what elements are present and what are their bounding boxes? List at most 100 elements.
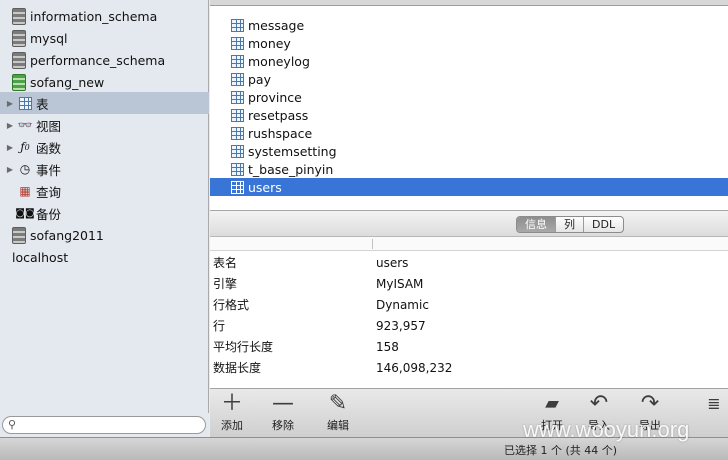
sidebar-search-bar: ⚲ [0, 413, 209, 437]
list-item[interactable]: systemsetting [210, 142, 728, 160]
edit-label: 编辑 [327, 419, 349, 432]
disclosure-triangle-icon[interactable]: ▶ [5, 121, 15, 130]
info-value: 146,098,232 [376, 360, 453, 375]
list-item[interactable]: pay [210, 70, 728, 88]
server-localhost[interactable]: localhost [0, 246, 209, 268]
remove-button[interactable]: — 移除 [263, 391, 303, 433]
db-performance-schema[interactable]: performance_schema [0, 49, 209, 71]
table-name: t_base_pinyin [248, 161, 334, 177]
edit-button[interactable]: ✎ 编辑 [318, 391, 358, 433]
list-item[interactable]: message [210, 16, 728, 34]
tab-columns[interactable]: 列 [556, 217, 584, 232]
disclosure-triangle-icon[interactable]: ▶ [5, 99, 15, 108]
table-name: message [248, 17, 305, 33]
info-key: 行 [213, 319, 226, 333]
status-bar: 已选择 1 个 (共 44 个) www.wooyun.org [0, 417, 728, 460]
list-item-selected[interactable]: users [210, 178, 728, 196]
selection-status: 已选择 1 个 (共 44 个) [504, 444, 618, 457]
sidebar-item-queries[interactable]: ▦ 查询 [0, 180, 209, 202]
sidebar: information_schema mysql performance_sch… [0, 0, 209, 437]
tab-info[interactable]: 信息 [517, 217, 556, 232]
table-name: money [248, 35, 291, 51]
sidebar-item-views[interactable]: ▶ 👓 视图 [0, 114, 209, 136]
table-name: rushspace [248, 125, 313, 141]
folder-icon: ▰ [545, 393, 559, 414]
remove-label: 移除 [272, 419, 294, 432]
table-name: moneylog [248, 53, 310, 69]
database-icon [12, 7, 26, 25]
column-header [210, 0, 728, 6]
info-value: 923,957 [376, 318, 426, 333]
sidebar-item-label: sofang2011 [30, 227, 104, 243]
backup-icon: ◙◙ [15, 207, 35, 219]
info-panel: 表名 users 引擎 MyISAM 行格式 Dynamic 行 923,957… [210, 237, 728, 388]
column-divider[interactable] [372, 239, 373, 249]
disclosure-triangle-icon[interactable]: ▶ [5, 165, 15, 174]
disclosure-triangle-icon[interactable]: ▶ [5, 143, 15, 152]
table-icon [231, 126, 244, 140]
sidebar-item-label: mysql [30, 30, 68, 46]
info-row: 行格式 Dynamic [210, 294, 728, 315]
function-icon: ƒ0 [20, 140, 30, 154]
add-button[interactable]: ＋ 添加 [212, 391, 252, 433]
db-mysql[interactable]: mysql [0, 27, 209, 49]
db-information-schema[interactable]: information_schema [0, 5, 209, 27]
sidebar-item-label: 事件 [36, 162, 62, 178]
sidebar-item-label: 视图 [36, 118, 62, 134]
sidebar-item-functions[interactable]: ▶ ƒ0 函数 [0, 136, 209, 158]
info-key: 平均行长度 [213, 340, 274, 354]
sidebar-item-label: 查询 [36, 184, 62, 200]
sidebar-item-events[interactable]: ▶ ◷ 事件 [0, 158, 209, 180]
detail-tab-bar: 信息 列 DDL [210, 210, 728, 237]
more-button[interactable]: ≣ [702, 391, 726, 417]
info-key: 表名 [213, 256, 238, 270]
list-item[interactable]: province [210, 88, 728, 106]
info-row: 数据长度 146,098,232 [210, 357, 728, 378]
table-name: resetpass [248, 107, 309, 123]
list-item[interactable]: moneylog [210, 52, 728, 70]
table-icon [231, 144, 244, 158]
list-item[interactable]: money [210, 34, 728, 52]
sidebar-item-label: sofang_new [30, 74, 105, 90]
info-value: Dynamic [376, 297, 429, 312]
table-icon [231, 36, 244, 50]
info-key: 数据长度 [213, 361, 262, 375]
tab-ddl[interactable]: DDL [584, 217, 623, 232]
more-icon: ≣ [707, 394, 721, 413]
list-item[interactable]: t_base_pinyin [210, 160, 728, 178]
segmented-control: 信息 列 DDL [516, 216, 625, 233]
table-icon [17, 96, 33, 110]
table-icon [231, 180, 244, 194]
info-header [210, 237, 728, 251]
list-item[interactable]: rushspace [210, 124, 728, 142]
plus-icon: ＋ [220, 391, 243, 416]
minus-icon: — [272, 391, 294, 416]
export-arrow-icon: ↷ [640, 391, 660, 416]
table-icon [231, 72, 244, 86]
db-sofang2011[interactable]: sofang2011 [0, 224, 209, 246]
database-icon [12, 51, 26, 69]
db-sofang-new[interactable]: sofang_new [0, 71, 209, 93]
table-icon [231, 54, 244, 68]
sidebar-item-label: localhost [12, 249, 69, 265]
table-list: message money moneylog pay province rese… [210, 0, 728, 210]
search-icon: ⚲ [8, 418, 17, 431]
sidebar-item-label: 备份 [36, 206, 62, 222]
view-icon: 👓 [17, 118, 33, 132]
pencil-icon: ✎ [328, 391, 348, 416]
table-icon [231, 162, 244, 176]
sidebar-item-tables[interactable]: ▶ 表 [0, 92, 209, 114]
database-icon [12, 29, 26, 47]
table-name: province [248, 89, 302, 105]
info-key: 行格式 [213, 298, 250, 312]
query-icon: ▦ [19, 184, 31, 198]
table-name: pay [248, 71, 271, 87]
watermark: www.wooyun.org [523, 417, 690, 442]
info-row: 引擎 MyISAM [210, 273, 728, 294]
sidebar-item-backups[interactable]: ◙◙ 备份 [0, 202, 209, 224]
sidebar-item-label: 表 [36, 96, 49, 112]
search-input[interactable]: ⚲ [2, 416, 206, 434]
table-icon [231, 108, 244, 122]
list-item[interactable]: resetpass [210, 106, 728, 124]
import-arrow-icon: ↶ [589, 391, 609, 416]
